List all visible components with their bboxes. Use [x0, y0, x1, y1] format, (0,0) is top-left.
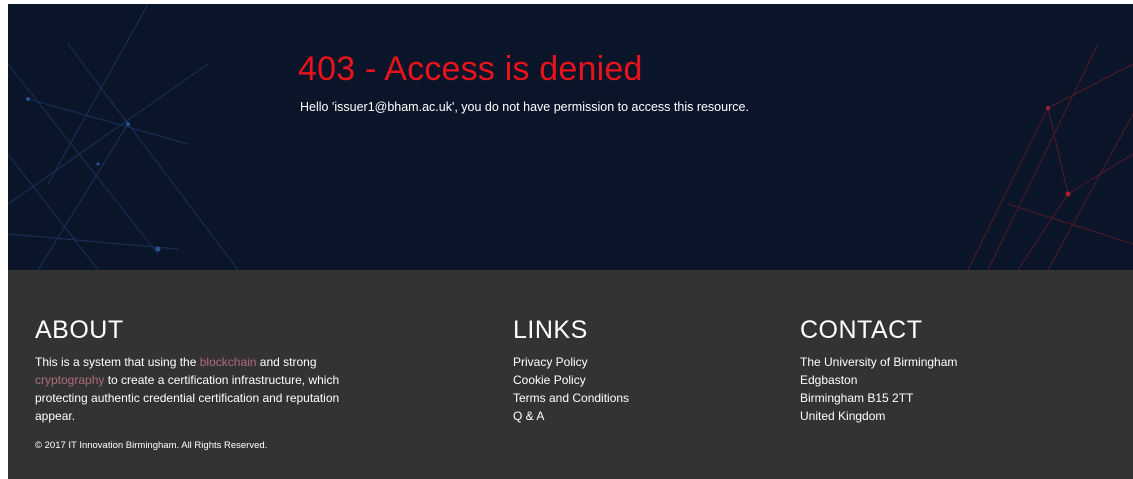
about-section: ABOUT This is a system that using the bl… [35, 316, 375, 425]
about-text-part: and strong [256, 355, 317, 369]
cryptography-link[interactable]: cryptography [35, 373, 104, 387]
contact-heading: CONTACT [800, 316, 923, 344]
about-heading: ABOUT [35, 316, 124, 344]
network-background [8, 4, 1133, 270]
terms-conditions-link[interactable]: Terms and Conditions [513, 391, 629, 405]
privacy-policy-link[interactable]: Privacy Policy [513, 355, 588, 369]
copyright-notice: © 2017 IT Innovation Birmingham. All Rig… [35, 440, 268, 451]
contact-section: CONTACT The University of Birmingham Edg… [800, 316, 957, 425]
links-section: LINKS Privacy Policy Cookie Policy Terms… [513, 316, 629, 425]
hero-banner: 403 - Access is denied Hello 'issuer1@bh… [8, 4, 1133, 270]
about-text: This is a system that using the blockcha… [35, 353, 375, 425]
address-line: United Kingdom [800, 409, 886, 423]
address-line: Edgbaston [800, 373, 858, 387]
qa-link[interactable]: Q & A [513, 409, 544, 423]
cookie-policy-link[interactable]: Cookie Policy [513, 373, 586, 387]
links-list: Privacy Policy Cookie Policy Terms and C… [513, 353, 629, 425]
address-line: Birmingham B15 2TT [800, 391, 914, 405]
about-text-part: This is a system that using the [35, 355, 200, 369]
links-heading: LINKS [513, 316, 588, 344]
page-title: 403 - Access is denied [298, 50, 643, 88]
blockchain-link[interactable]: blockchain [200, 355, 257, 369]
contact-address: The University of Birmingham Edgbaston B… [800, 353, 957, 425]
footer: ABOUT This is a system that using the bl… [8, 270, 1133, 479]
address-line: The University of Birmingham [800, 355, 958, 369]
permission-message: Hello 'issuer1@bham.ac.uk', you do not h… [300, 100, 749, 114]
